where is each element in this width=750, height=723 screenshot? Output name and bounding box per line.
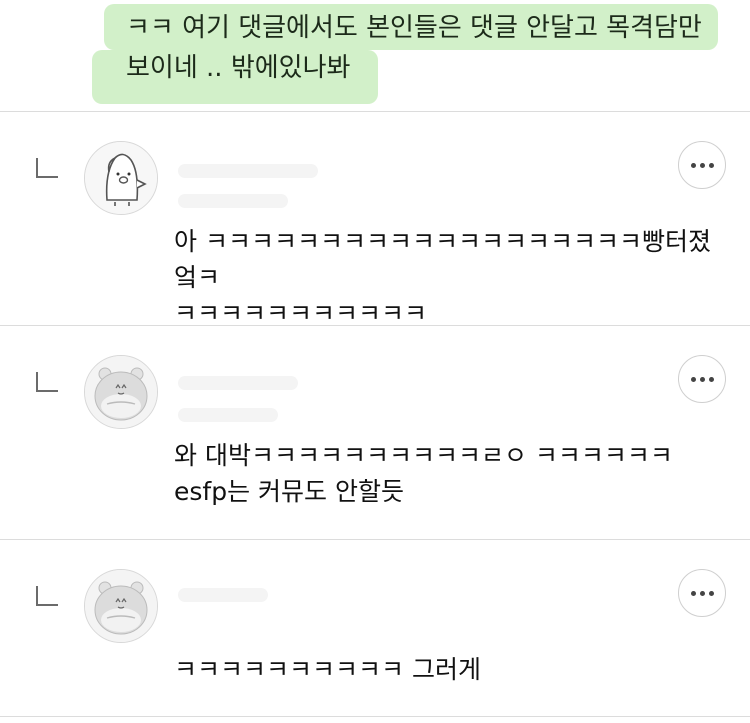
more-options-button[interactable] xyxy=(678,355,726,403)
divider xyxy=(0,716,750,717)
more-options-icon xyxy=(699,590,705,596)
comment-text: 아 ㅋㅋㅋㅋㅋㅋㅋㅋㅋㅋㅋㅋㅋㅋㅋㅋㅋㅋㅋ빵터졌엌ㅋ ㅋㅋㅋㅋㅋㅋㅋㅋㅋㅋㅋ xyxy=(174,227,711,328)
highlighted-comment: ㅋㅋ 여기 댓글에서도 본인들은 댓글 안달고 목격담만 보이네 .. 밖에있나… xyxy=(0,0,750,111)
more-options-icon xyxy=(690,590,696,596)
timestamp-blurred xyxy=(178,194,288,208)
more-options-icon xyxy=(708,590,714,596)
reply-comment: ㅋㅋㅋㅋㅋㅋㅋㅋㅋㅋ 그러게 xyxy=(0,540,750,716)
more-options-icon xyxy=(699,376,705,382)
username-blurred xyxy=(178,376,298,390)
more-options-icon xyxy=(690,376,696,382)
more-options-icon xyxy=(690,162,696,168)
username-blurred xyxy=(178,588,268,602)
reply-comment: 아 ㅋㅋㅋㅋㅋㅋㅋㅋㅋㅋㅋㅋㅋㅋㅋㅋㅋㅋㅋ빵터졌엌ㅋ ㅋㅋㅋㅋㅋㅋㅋㅋㅋㅋㅋ xyxy=(0,112,750,328)
more-options-button[interactable] xyxy=(678,569,726,617)
username-blurred xyxy=(178,164,318,178)
comment-text: ㅋㅋㅋㅋㅋㅋㅋㅋㅋㅋ 그러게 xyxy=(174,655,481,684)
reply-arrow-icon xyxy=(36,158,58,178)
reply-comment: 와 대박ㅋㅋㅋㅋㅋㅋㅋㅋㅋㅋㄹㅇ ㅋㅋㅋㅋㅋㅋ esfp는 커뮤도 안할듯 xyxy=(0,326,750,539)
more-options-icon xyxy=(708,376,714,382)
more-options-icon xyxy=(699,162,705,168)
more-options-icon xyxy=(708,162,714,168)
reply-arrow-icon xyxy=(36,586,58,606)
comment-text: 와 대박ㅋㅋㅋㅋㅋㅋㅋㅋㅋㅋㄹㅇ ㅋㅋㅋㅋㅋㅋ esfp는 커뮤도 안할듯 xyxy=(174,441,673,506)
hamster-avatar-icon[interactable] xyxy=(84,355,158,429)
reply-arrow-icon xyxy=(36,372,58,392)
timestamp-blurred xyxy=(178,408,278,422)
more-options-button[interactable] xyxy=(678,141,726,189)
hamster-avatar-icon[interactable] xyxy=(84,569,158,643)
penguin-pig-avatar-icon[interactable] xyxy=(84,141,158,215)
comment-text: ㅋㅋ 여기 댓글에서도 본인들은 댓글 안달고 목격담만 보이네 .. 밖에있나… xyxy=(126,13,702,83)
